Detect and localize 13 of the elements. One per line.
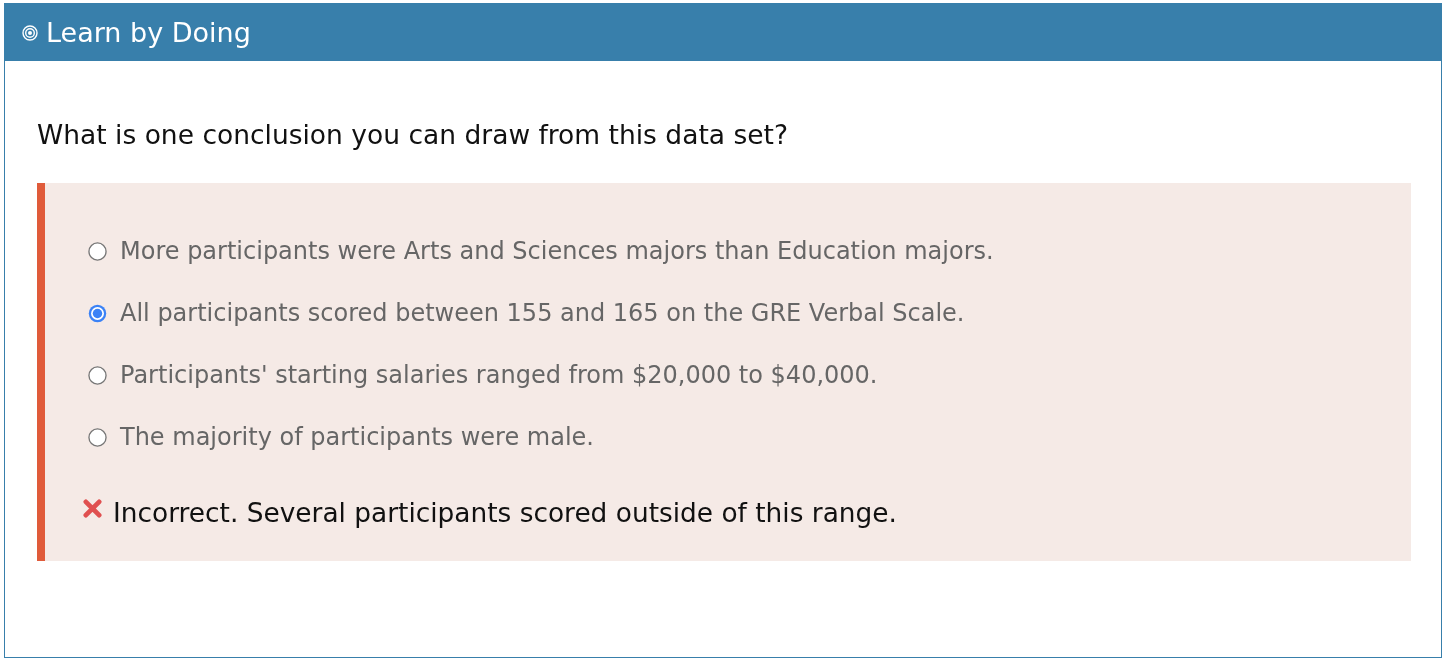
radio-button[interactable] xyxy=(88,427,107,447)
feedback-message: Incorrect. Several participants scored outside of this range. xyxy=(113,497,897,529)
option-label[interactable]: All participants scored between 155 and 165 on the GRE Verbal Scale. xyxy=(120,298,965,328)
card-title: Learn by Doing xyxy=(46,19,251,46)
radio-button[interactable] xyxy=(88,303,107,323)
cross-icon xyxy=(83,499,102,518)
target-icon xyxy=(22,24,38,41)
radio-button[interactable] xyxy=(88,241,107,261)
option-label[interactable]: More participants were Arts and Sciences majors than Education majors. xyxy=(120,236,994,266)
option-label[interactable]: The majority of participants were male. xyxy=(120,422,594,452)
radio-button[interactable] xyxy=(88,365,107,385)
option-label[interactable]: Participants' starting salaries ranged from $20,000 to $40,000. xyxy=(120,360,878,390)
question-text: What is one conclusion you can draw from this data set? xyxy=(37,119,790,151)
